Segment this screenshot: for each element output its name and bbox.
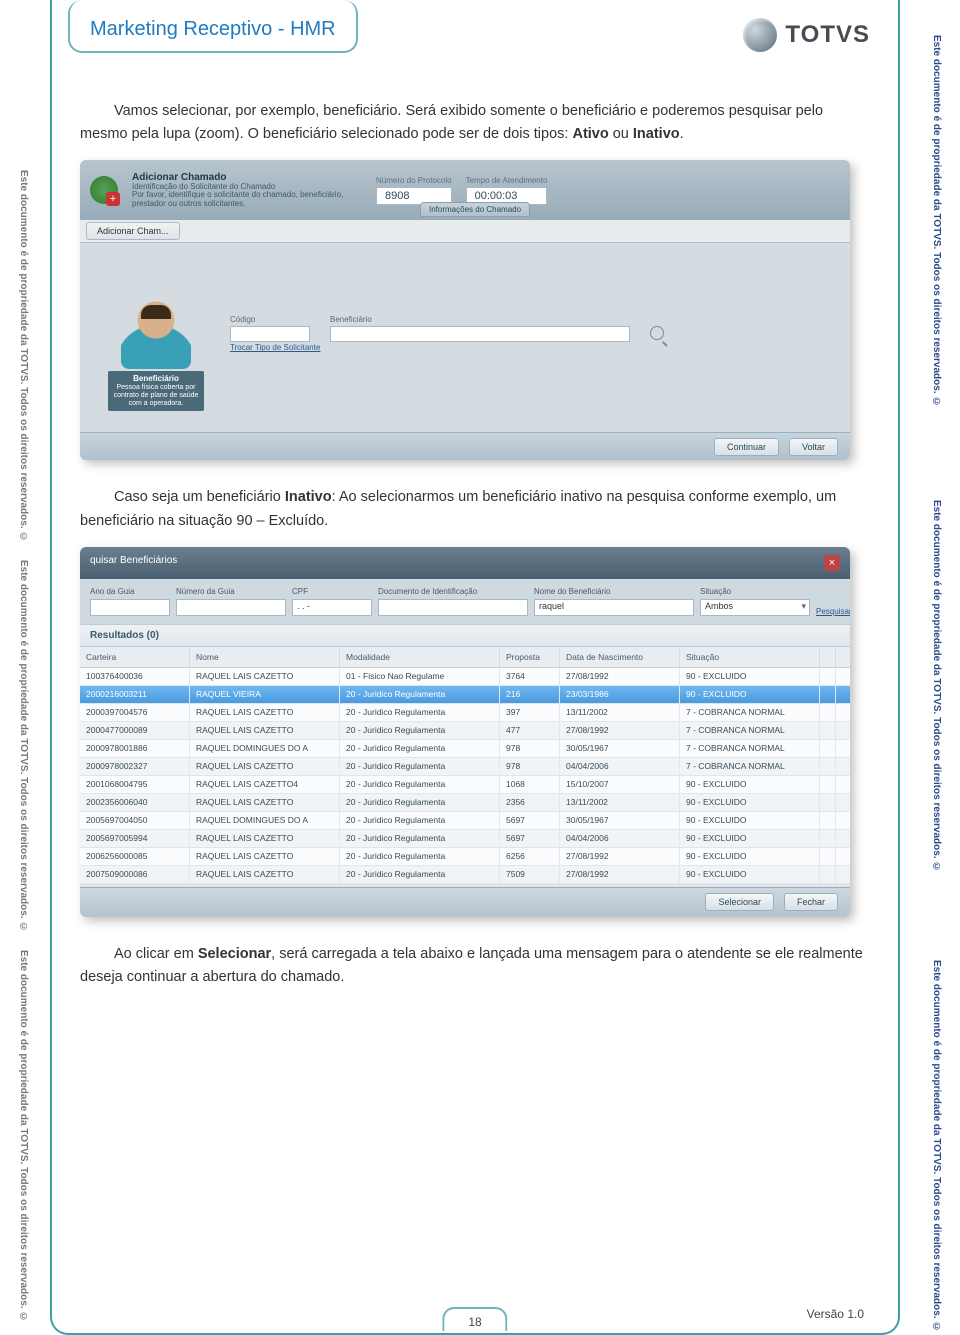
beneficiary-caption: Beneficiário Pessoa física coberta por c… <box>108 371 204 411</box>
table-row[interactable]: 2000397004576RAQUEL LAIS CAZETTO20 - Jur… <box>80 704 850 722</box>
panel-desc: Por favor, identifique o solicitante do … <box>132 191 362 209</box>
pesquisar-link[interactable]: Pesquisar <box>816 607 850 616</box>
paragraph-1: Vamos selecionar, por exemplo, beneficiá… <box>80 100 870 146</box>
table-row[interactable]: 100376400036RAQUEL LAIS CAZETTO01 - Fisi… <box>80 668 850 686</box>
voltar-button[interactable]: Voltar <box>789 438 838 456</box>
paragraph-3: Ao clicar em Selecionar, será carregada … <box>80 943 870 989</box>
watermark-right: Este documento é de propriedade da TOTVS… <box>931 960 942 1332</box>
table-row[interactable]: 2005697005994RAQUEL LAIS CAZETTO20 - Jur… <box>80 830 850 848</box>
document-title: Marketing Receptivo - HMR <box>90 18 336 40</box>
codigo-label: Código <box>230 315 310 324</box>
beneficiary-avatar-icon <box>121 299 191 369</box>
filter-doc-input[interactable] <box>378 599 528 616</box>
page-number-box: 18 <box>442 1307 507 1331</box>
brand-name: TOTVS <box>785 21 870 49</box>
filter-ano-label: Ano da Guia <box>90 587 170 596</box>
filter-doc-label: Documento de Identificação <box>378 587 528 596</box>
table-row[interactable]: 2006256000085RAQUEL LAIS CAZETTO20 - Jur… <box>80 848 850 866</box>
table-row[interactable]: 2002356006040RAQUEL LAIS CAZETTO20 - Jur… <box>80 794 850 812</box>
watermark-right: Este documento é de propriedade da TOTVS… <box>931 500 942 872</box>
protocol-label: Número do Protocolo <box>376 176 452 185</box>
document-title-box: Marketing Receptivo - HMR <box>68 0 358 53</box>
filter-cpf-label: CPF <box>292 587 372 596</box>
beneficiario-input[interactable] <box>330 326 630 342</box>
table-row[interactable]: 2007509000086RAQUEL LAIS CAZETTO20 - Jur… <box>80 866 850 884</box>
continuar-button[interactable]: Continuar <box>714 438 779 456</box>
paragraph-2: Caso seja um beneficiário Inativo: Ao se… <box>80 486 870 532</box>
fechar-button[interactable]: Fechar <box>784 893 838 911</box>
filter-nome-input[interactable]: raquel <box>534 599 694 616</box>
filter-numero-label: Número da Guia <box>176 587 286 596</box>
codigo-input[interactable] <box>230 326 310 342</box>
brand-logo: TOTVS <box>743 18 870 52</box>
tab-info-chamado[interactable]: Informações do Chamado <box>420 202 530 217</box>
tab-add-chamado[interactable]: Adicionar Cham... <box>86 222 180 240</box>
table-row[interactable]: 2001068004795RAQUEL LAIS CAZETTO420 - Ju… <box>80 776 850 794</box>
modal-title: quisar Beneficiários <box>90 555 177 579</box>
filter-cpf-input[interactable]: . . - <box>292 599 372 616</box>
table-row[interactable]: 2005697004050RAQUEL DOMINGUES DO A20 - J… <box>80 812 850 830</box>
watermark-right: Este documento é de propriedade da TOTVS… <box>931 35 942 407</box>
table-row[interactable]: 2000978001886RAQUEL DOMINGUES DO A20 - J… <box>80 740 850 758</box>
screenshot-pesquisar-beneficiarios: quisar Beneficiários × Ano da Guia Númer… <box>80 547 850 917</box>
selecionar-button[interactable]: Selecionar <box>705 893 774 911</box>
beneficiario-label: Beneficiário <box>330 315 630 324</box>
table-row[interactable]: 2000216003211RAQUEL VIEIRA20 - Juridico … <box>80 686 850 704</box>
table-header: Carteira Nome Modalidade Proposta Data d… <box>80 647 850 668</box>
filter-situacao-select[interactable]: Ambos <box>700 599 810 616</box>
logo-sphere-icon <box>743 18 777 52</box>
watermark-left: Este documento é de propriedade da TOTVS… <box>18 950 29 1322</box>
screenshot-add-chamado: Adicionar Chamado Identificação do Solic… <box>80 160 850 460</box>
filter-ano-input[interactable] <box>90 599 170 616</box>
add-call-icon <box>90 176 118 204</box>
results-header: Resultados (0) <box>80 624 850 647</box>
table-row[interactable]: 2000978002327RAQUEL LAIS CAZETTO20 - Jur… <box>80 758 850 776</box>
trocar-tipo-link[interactable]: Trocar Tipo de Solicitante <box>230 343 320 352</box>
time-label: Tempo de Atendimento <box>466 176 548 185</box>
version-label: Versão 1.0 <box>807 1307 864 1321</box>
watermark-left: Este documento é de propriedade da TOTVS… <box>18 170 29 542</box>
filter-nome-label: Nome do Beneficiário <box>534 587 694 596</box>
filter-numero-input[interactable] <box>176 599 286 616</box>
filter-situacao-label: Situação <box>700 587 810 596</box>
page-number: 18 <box>468 1315 481 1329</box>
table-row[interactable]: 2000477000089RAQUEL LAIS CAZETTO20 - Jur… <box>80 722 850 740</box>
close-icon[interactable]: × <box>824 555 840 571</box>
search-icon[interactable] <box>650 326 664 340</box>
watermark-left: Este documento é de propriedade da TOTVS… <box>18 560 29 932</box>
